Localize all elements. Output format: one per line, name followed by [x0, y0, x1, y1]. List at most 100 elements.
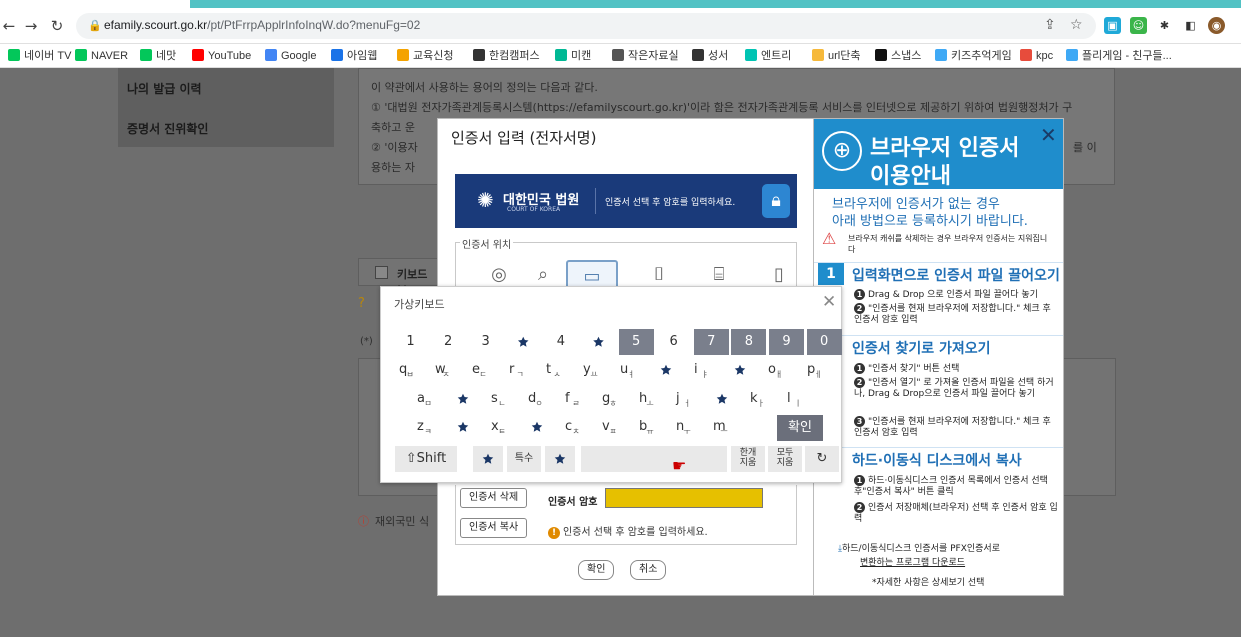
key-confirm-button[interactable]: 확인 [777, 415, 823, 441]
key-n[interactable]: nㅜ [670, 414, 704, 440]
bookmark-item[interactable]: 성서 [692, 49, 728, 63]
download-link[interactable]: 변환하는 프로그램 다운로드 [860, 555, 965, 568]
key-5[interactable]: 5 [618, 329, 654, 355]
key-u[interactable]: uㅕ [614, 357, 648, 383]
key-4[interactable]: 4 [543, 329, 578, 355]
key-w[interactable]: wㅈ [429, 357, 463, 383]
bookmark-star-icon[interactable]: ☆ [1070, 17, 1083, 33]
key-3[interactable]: 3 [468, 329, 503, 355]
bookmark-item[interactable]: 키즈추억게임 [935, 49, 1012, 63]
key-9[interactable]: 9 [769, 329, 804, 355]
extension-icon-2[interactable]: ☺ [1130, 17, 1147, 34]
key-s[interactable]: sㄴ [485, 386, 519, 412]
nav-cert-verify[interactable]: 증명서 진위확인 [127, 120, 208, 137]
ladyjustice-icon[interactable]: 🟊 [473, 446, 503, 472]
bookmark-item[interactable]: 한컴캠퍼스 [473, 49, 540, 63]
refresh-icon[interactable]: ↻ [805, 446, 839, 472]
bookmark-item[interactable]: 교육신청 [397, 49, 453, 63]
forward-icon[interactable]: → [22, 17, 40, 35]
active-browser-tab[interactable] [0, 0, 190, 8]
key-q[interactable]: qㅂ [393, 357, 427, 383]
ok-button[interactable]: 확인 [578, 560, 615, 580]
extensions-puzzle-icon[interactable]: ✱ [1156, 17, 1173, 34]
bookmark-item[interactable]: 네이버 TV [8, 49, 71, 63]
bookmark-item[interactable]: kpc [1020, 49, 1053, 63]
bookmark-item[interactable]: 엔트리 [745, 49, 791, 63]
bookmark-item[interactable]: 스냅스 [875, 49, 921, 63]
bookmark-item[interactable]: NAVER [75, 49, 128, 63]
reload-icon[interactable]: ↻ [48, 17, 66, 35]
key-delete-one-button[interactable]: 한개 지움 [731, 446, 765, 472]
key-space-button[interactable] [581, 446, 727, 472]
share-icon[interactable]: ⇪ [1044, 17, 1056, 33]
bookmark-item[interactable]: 작은자료실 [612, 49, 679, 63]
key-c[interactable]: cㅊ [559, 414, 593, 440]
cert-password-input[interactable] [605, 488, 763, 508]
copy-cert-button[interactable]: 인증서 복사 [460, 518, 528, 538]
key-z[interactable]: zㅋ [411, 414, 445, 440]
lock-icon[interactable]: 🔒 [88, 19, 102, 32]
back-icon[interactable]: ← [0, 17, 18, 35]
key-delete-all-button[interactable]: 모두 지움 [768, 446, 802, 472]
key-r[interactable]: rㄱ [503, 357, 537, 383]
ladyjustice-icon[interactable]: 🟊 [448, 386, 478, 412]
key-x[interactable]: xㅌ [485, 414, 519, 440]
key-1[interactable]: 1 [393, 329, 428, 355]
virtual-keyboard: 가상키보드 ✕ 1 2 3 🟊 4 🟊 5 6 7 8 9 0 q ㅂ w ㅈ e ㄷ r ㄱ t ㅅ y ㅛ u ㅕ 🟊 i ㅑ 🟊 o ㅐ… [380, 286, 842, 483]
key-shift-button[interactable]: ⇧Shift [395, 446, 457, 472]
bookmark-item[interactable]: 미캔 [555, 49, 591, 63]
address-bar[interactable]: 🔒 efamily.scourt.go.kr/pt/PtFrrpApplrInf… [76, 13, 1096, 39]
key-v[interactable]: vㅍ [596, 414, 630, 440]
key-y[interactable]: yㅛ [577, 357, 611, 383]
detail-note[interactable]: *자세한 사항은 상세보기 선택 [872, 575, 984, 588]
ladyjustice-icon[interactable]: 🟊 [725, 357, 755, 383]
key-0[interactable]: 0 [806, 329, 842, 355]
ladyjustice-icon[interactable]: 🟊 [707, 386, 737, 412]
side-panel-icon[interactable]: ◧ [1182, 17, 1199, 34]
profile-avatar[interactable]: ◉ [1208, 17, 1225, 34]
keyboard-checkbox[interactable] [375, 266, 388, 279]
delete-cert-button[interactable]: 인증서 삭제 [460, 488, 528, 508]
url-text[interactable]: efamily.scourt.go.kr/pt/PtFrrpApplrInfoI… [104, 18, 420, 32]
key-b[interactable]: bㅠ [633, 414, 667, 440]
ladyjustice-icon[interactable]: 🟊 [545, 446, 575, 472]
key-e[interactable]: eㄷ [466, 357, 500, 383]
nav-issue-history[interactable]: 나의 발급 이력 [127, 80, 202, 97]
key-g[interactable]: gㅎ [596, 386, 630, 412]
ladyjustice-icon[interactable]: 🟊 [581, 329, 616, 355]
key-m[interactable]: mㅡ [707, 414, 741, 440]
bookmark-item[interactable]: YouTube [192, 49, 251, 63]
key-8[interactable]: 8 [731, 329, 767, 355]
key-d[interactable]: dㅇ [522, 386, 556, 412]
key-7[interactable]: 7 [693, 329, 729, 355]
key-6[interactable]: 6 [656, 329, 691, 355]
extension-icon-1[interactable]: ▣ [1104, 17, 1121, 34]
bookmark-item[interactable]: 아임웹 [331, 49, 377, 63]
bookmark-item[interactable]: Google [265, 49, 316, 63]
key-k[interactable]: kㅏ [744, 386, 778, 412]
key-l[interactable]: lㅣ [781, 386, 815, 412]
ladyjustice-icon[interactable]: 🟊 [651, 357, 681, 383]
key-f[interactable]: fㄹ [559, 386, 593, 412]
ladyjustice-icon[interactable]: 🟊 [522, 414, 552, 440]
close-icon[interactable]: ✕ [1040, 123, 1057, 147]
ladyjustice-icon[interactable]: 🟊 [506, 329, 541, 355]
key-h[interactable]: hㅗ [633, 386, 667, 412]
guide-section-2: 인증서 찾기로 가져오기 [814, 335, 1063, 357]
key-special-button[interactable]: 특수 [507, 446, 541, 472]
key-p[interactable]: pㅔ [801, 357, 835, 383]
bookmark-item[interactable]: 네맛 [140, 49, 176, 63]
key-t[interactable]: tㅅ [540, 357, 574, 383]
info-icon: ! [548, 527, 560, 539]
key-j[interactable]: jㅓ [670, 386, 704, 412]
key-o[interactable]: oㅐ [762, 357, 796, 383]
close-icon[interactable]: ✕ [822, 292, 836, 312]
key-a[interactable]: aㅁ [411, 386, 445, 412]
cancel-button[interactable]: 취소 [630, 560, 667, 580]
warning-icon: ⚠ [822, 229, 837, 248]
key-2[interactable]: 2 [431, 329, 466, 355]
key-i[interactable]: iㅑ [688, 357, 722, 383]
ladyjustice-icon[interactable]: 🟊 [448, 414, 478, 440]
bookmark-item[interactable]: url단축 [812, 49, 860, 63]
bookmark-item[interactable]: 플리게임 - 친구들... [1066, 49, 1172, 63]
